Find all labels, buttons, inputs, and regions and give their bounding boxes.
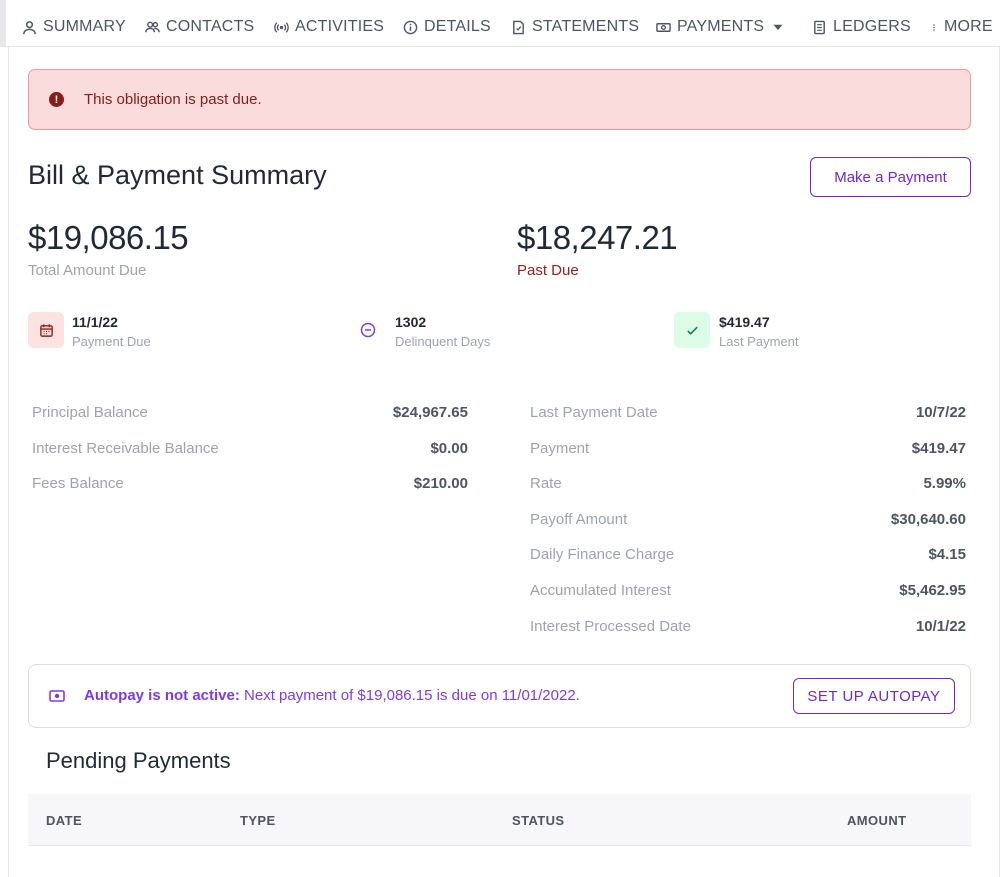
column-header-type[interactable]: TYPE [240,813,276,828]
interest-receivable-value: $0.00 [430,440,468,457]
autopay-status: Autopay is not active: [84,687,240,704]
rate-label: Rate [530,475,562,492]
tab-payments[interactable]: PAYMENTS [656,16,784,38]
column-header-amount[interactable]: AMOUNT [847,813,906,828]
tab-details[interactable]: DETAILS [403,16,491,38]
past-due-label: Past Due [517,262,579,279]
payment-due-label: Payment Due [72,334,151,349]
last-payment-label: Last Payment [719,334,799,349]
calendar-icon [39,323,53,337]
kebab-icon [933,23,935,31]
payment-due-stat-icon [28,312,64,348]
tab-activities-label: ACTIVITIES [295,18,385,35]
pending-payments-title: Pending Payments [46,748,231,773]
principal-balance-value: $24,967.65 [392,404,468,421]
info-icon [403,20,418,34]
tab-ledgers[interactable]: LEDGERS [812,16,911,38]
delinquent-stat-icon [350,312,386,348]
last-payment-date-label: Last Payment Date [530,404,658,421]
accumulated-interest-label: Accumulated Interest [530,582,671,599]
total-amount-label: Total Amount Due [28,262,147,279]
money-icon [49,690,65,702]
tab-activities[interactable]: ACTIVITIES [274,16,384,38]
nav-divider [0,0,6,47]
person-icon [23,20,36,34]
alert-message: This obligation is past due. [84,91,262,108]
check-icon [686,326,698,335]
tab-contacts[interactable]: CONTACTS [145,16,254,38]
last-payment-value: $419.47 [719,314,770,330]
tab-contacts-label: CONTACTS [166,18,255,35]
column-header-status[interactable]: STATUS [512,813,564,828]
tab-statements-label: STATEMENTS [532,18,640,35]
minus-circle-icon [360,322,376,338]
tab-ledgers-label: LEDGERS [833,18,911,35]
tab-more-label: MORE [944,18,993,35]
past-due-alert: ! This obligation is past due. [28,69,971,130]
last-payment-date-value: 10/7/22 [915,404,966,421]
broadcast-icon [274,21,289,33]
make-payment-button[interactable]: Make a Payment [810,157,971,197]
daily-finance-charge-value: $4.15 [928,546,966,563]
interest-processed-date-value: 10/1/22 [915,618,966,635]
tab-summary[interactable]: SUMMARY [22,16,126,38]
interest-processed-date-label: Interest Processed Date [530,618,691,635]
payoff-amount-value: $30,640.60 [890,511,966,528]
top-nav: SUMMARY CONTACTS ACTIVITIES DETAILS STAT… [0,0,1000,47]
total-amount-due: $19,086.15 [28,219,189,256]
caret-down-icon [773,24,783,30]
document-icon [513,20,524,34]
payment-due-value: 11/1/22 [72,314,118,330]
principal-balance-label: Principal Balance [32,404,148,421]
tab-payments-label: PAYMENTS [677,18,765,35]
daily-finance-charge-label: Daily Finance Charge [530,546,675,563]
page-title: Bill & Payment Summary [28,160,327,190]
delinquent-days-label: Delinquent Days [395,334,491,349]
accumulated-interest-value: $5,462.95 [899,582,966,599]
ledger-icon [814,20,825,34]
setup-autopay-button[interactable]: SET UP AUTOPAY [793,678,955,714]
money-icon [656,22,671,32]
fees-balance-value: $210.00 [413,475,468,492]
tab-details-label: DETAILS [424,18,491,35]
last-payment-stat-icon [674,312,710,348]
delinquent-days-value: 1302 [395,314,427,330]
payment-label: Payment [530,440,590,457]
interest-receivable-label: Interest Receivable Balance [32,440,219,457]
autopay-message: Autopay is not active: Next payment of $… [84,687,580,704]
past-due-amount: $18,247.21 [517,219,678,256]
autopay-detail: Next payment of $19,086.15 is due on 11/… [239,687,580,704]
exclamation-icon: ! [49,92,64,107]
tab-more[interactable]: MORE [930,16,993,38]
tab-summary-label: SUMMARY [43,18,126,35]
fees-balance-label: Fees Balance [32,475,124,492]
rate-value: 5.99% [923,475,966,492]
tab-statements[interactable]: STATEMENTS [511,16,639,38]
people-icon [145,21,160,32]
pending-payments-table-header: DATE TYPE STATUS AMOUNT [28,794,971,846]
column-header-date[interactable]: DATE [46,813,82,828]
payment-value: $419.47 [911,440,966,457]
payoff-amount-label: Payoff Amount [530,511,628,528]
